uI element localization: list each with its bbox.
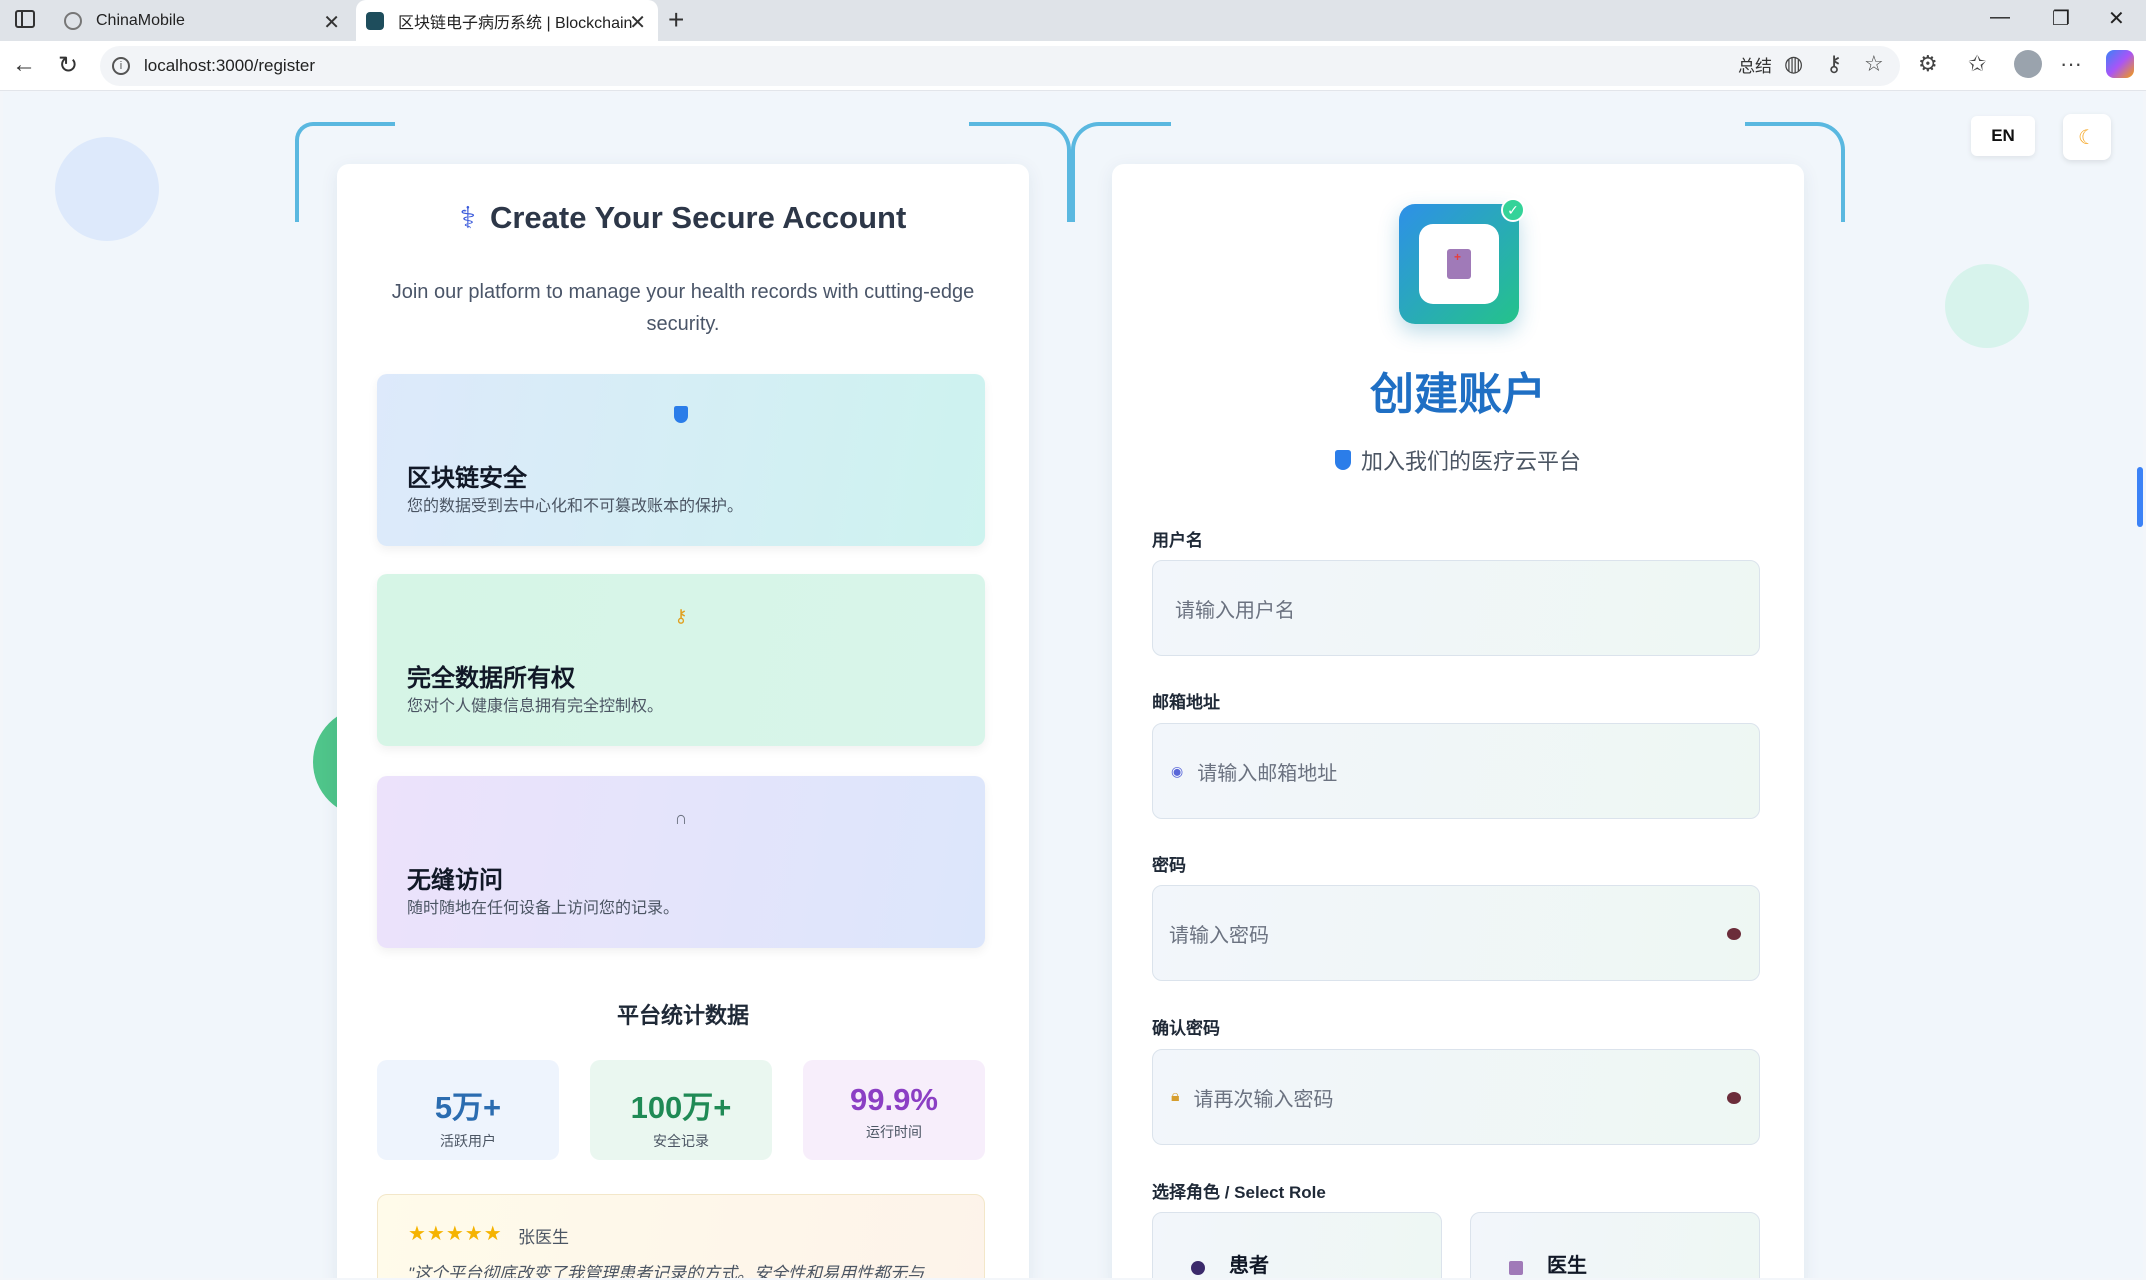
rating-stars-icon: ★★★★★ [408, 1223, 503, 1245]
page-scrollbar[interactable] [2137, 467, 2143, 527]
feature-title: 完全数据所有权 [407, 665, 575, 692]
shield-icon [377, 406, 985, 428]
key-icon[interactable]: ⚷ [1826, 51, 1842, 77]
stat-active-users: 5万+ 活跃用户 [377, 1060, 559, 1160]
feature-title: 区块链安全 [407, 465, 527, 492]
role-option-patient[interactable]: 患者 [1152, 1212, 1442, 1278]
more-icon[interactable]: ··· [2060, 51, 2082, 77]
stethoscope-icon: ⚕ [459, 201, 476, 235]
confirm-password-input[interactable]: 🔒︎ 请再次输入密码 [1152, 1049, 1760, 1145]
close-icon[interactable]: ✕ [629, 10, 646, 35]
medical-record-icon [1419, 224, 1499, 304]
stat-label: 安全记录 [653, 1133, 709, 1149]
username-input[interactable]: 请输入用户名 [1152, 560, 1760, 656]
username-label: 用户名 [1152, 531, 1203, 550]
reload-icon[interactable]: ↻ [58, 51, 78, 80]
email-placeholder: 请输入邮箱地址 [1197, 762, 1338, 785]
eye-icon[interactable] [1727, 928, 1741, 940]
close-window-icon[interactable]: ✕ [2108, 6, 2125, 31]
register-card: ✓ 创建账户 加入我们的医疗云平台 用户名 请输入用户名 邮箱地址 ◉ 请输入邮… [1112, 164, 1804, 1278]
confirm-password-label: 确认密码 [1152, 1019, 1220, 1038]
eye-icon[interactable] [1727, 1092, 1741, 1104]
email-icon: ◉ [1171, 762, 1184, 779]
testimonial: ★★★★★ 张医生 "这个平台彻底改变了我管理患者记录的方式。安全性和易用性都无… [377, 1194, 985, 1278]
app-logo: ✓ [1399, 198, 1525, 324]
subtitle-text: 加入我们的医疗云平台 [1360, 449, 1581, 474]
stat-value: 100万+ [630, 1090, 732, 1125]
tab-title: ChinaMobile [96, 11, 185, 29]
testimonial-quote: "这个平台彻底改变了我管理患者记录的方式。安全性和易用性都无与 [408, 1264, 925, 1278]
profile-avatar[interactable] [2014, 50, 2042, 78]
decor-blob [55, 137, 159, 241]
password-placeholder: 请输入密码 [1169, 924, 1269, 947]
username-placeholder: 请输入用户名 [1175, 599, 1295, 622]
user-icon [1191, 1261, 1205, 1275]
stat-uptime: 99.9% 运行时间 [803, 1060, 985, 1160]
feature-title: 无缝访问 [407, 867, 503, 894]
feature-data-ownership: ⚷ 完全数据所有权 您对个人健康信息拥有完全控制权。 [377, 574, 985, 746]
password-input[interactable]: 请输入密码 [1152, 885, 1760, 981]
check-icon: ✓ [1501, 198, 1525, 222]
info-card: ⚕ Create Your Secure Account Join our pl… [337, 164, 1029, 1278]
feature-blockchain-security: 区块链安全 您的数据受到去中心化和不可篡改账本的保护。 [377, 374, 985, 546]
confirm-password-placeholder: 请再次输入密码 [1193, 1088, 1334, 1111]
globe-icon [64, 11, 82, 30]
role-name: 患者 [1229, 1255, 1269, 1277]
language-toggle-button[interactable]: EN [1971, 116, 2035, 156]
app-favicon-icon [366, 11, 384, 30]
address-bar: ← ↻ i localhost:3000/register 总结 ◍ ⚷ ☆ ⚙… [0, 41, 2146, 91]
doctor-icon [1509, 1261, 1523, 1275]
stat-secure-records: 100万+ 安全记录 [590, 1060, 772, 1160]
feature-desc: 随时随地在任何设备上访问您的记录。 [407, 900, 680, 917]
tab-title: 区块链电子病历系统 | Blockchain [398, 14, 633, 32]
close-icon[interactable]: ✕ [323, 10, 340, 35]
page-content: EN ☾ ⚕ Create Your Secure Account Join o… [3, 92, 2143, 1278]
email-label: 邮箱地址 [1152, 693, 1220, 712]
role-name: 医生 [1547, 1255, 1587, 1277]
url-text: localhost:3000/register [144, 56, 316, 75]
decor-blob [1945, 264, 2029, 348]
new-tab-icon[interactable]: + [668, 4, 684, 36]
headphones-icon: ∩ [674, 808, 688, 828]
lock-icon: 🔒︎ [1171, 1088, 1180, 1105]
url-field[interactable]: i localhost:3000/register [100, 46, 1900, 86]
page-subtitle: Join our platform to manage your health … [391, 281, 975, 335]
feature-seamless-access: ∩ 无缝访问 随时随地在任何设备上访问您的记录。 [377, 776, 985, 948]
translate-icon[interactable]: ◍ [1784, 51, 1803, 77]
register-title: 创建账户 [1370, 370, 1546, 419]
site-info-icon[interactable]: i [112, 57, 130, 75]
page-title: ⚕ Create Your Secure Account [337, 200, 1029, 236]
password-label: 密码 [1152, 856, 1186, 875]
copilot-icon[interactable] [2106, 50, 2134, 78]
title-text: Create Your Secure Account [489, 200, 907, 235]
email-input[interactable]: ◉ 请输入邮箱地址 [1152, 723, 1760, 819]
register-subtitle: 加入我们的医疗云平台 [1112, 444, 1804, 476]
testimonial-author: 张医生 [518, 1228, 569, 1247]
feature-desc: 您对个人健康信息拥有完全控制权。 [407, 698, 664, 715]
stat-value: 5万+ [434, 1090, 502, 1125]
restore-icon[interactable]: ❐ [2052, 6, 2070, 31]
stat-value: 99.9% [850, 1082, 938, 1117]
stat-label: 运行时间 [866, 1124, 922, 1140]
sidebar-toggle-icon[interactable] [15, 10, 35, 28]
tab-chinamobile[interactable]: ChinaMobile ✕ [56, 0, 352, 41]
tab-blockchain-emr[interactable]: 区块链电子病历系统 | Blockchain ✕ [356, 0, 658, 41]
key-icon: ⚷ [674, 606, 688, 626]
stats-title: 平台统计数据 [616, 1003, 749, 1028]
theme-toggle-moon-icon[interactable]: ☾ [2063, 114, 2111, 160]
shield-icon [1334, 450, 1351, 470]
role-option-doctor[interactable]: 医生 [1470, 1212, 1760, 1278]
favorite-star-icon[interactable]: ☆ [1864, 51, 1884, 77]
stat-label: 活跃用户 [440, 1133, 496, 1149]
tab-bar: ChinaMobile ✕ 区块链电子病历系统 | Blockchain ✕ +… [0, 0, 2146, 41]
favorites-icon[interactable]: ✩ [1968, 51, 1986, 77]
feature-desc: 您的数据受到去中心化和不可篡改账本的保护。 [407, 498, 744, 515]
summary-label[interactable]: 总结 [1738, 52, 1772, 77]
back-icon[interactable]: ← [12, 51, 36, 79]
minimize-icon[interactable]: — [1990, 6, 2010, 29]
role-label: 选择角色 / Select Role [1152, 1183, 1326, 1202]
extensions-icon[interactable]: ⚙ [1918, 51, 1938, 77]
